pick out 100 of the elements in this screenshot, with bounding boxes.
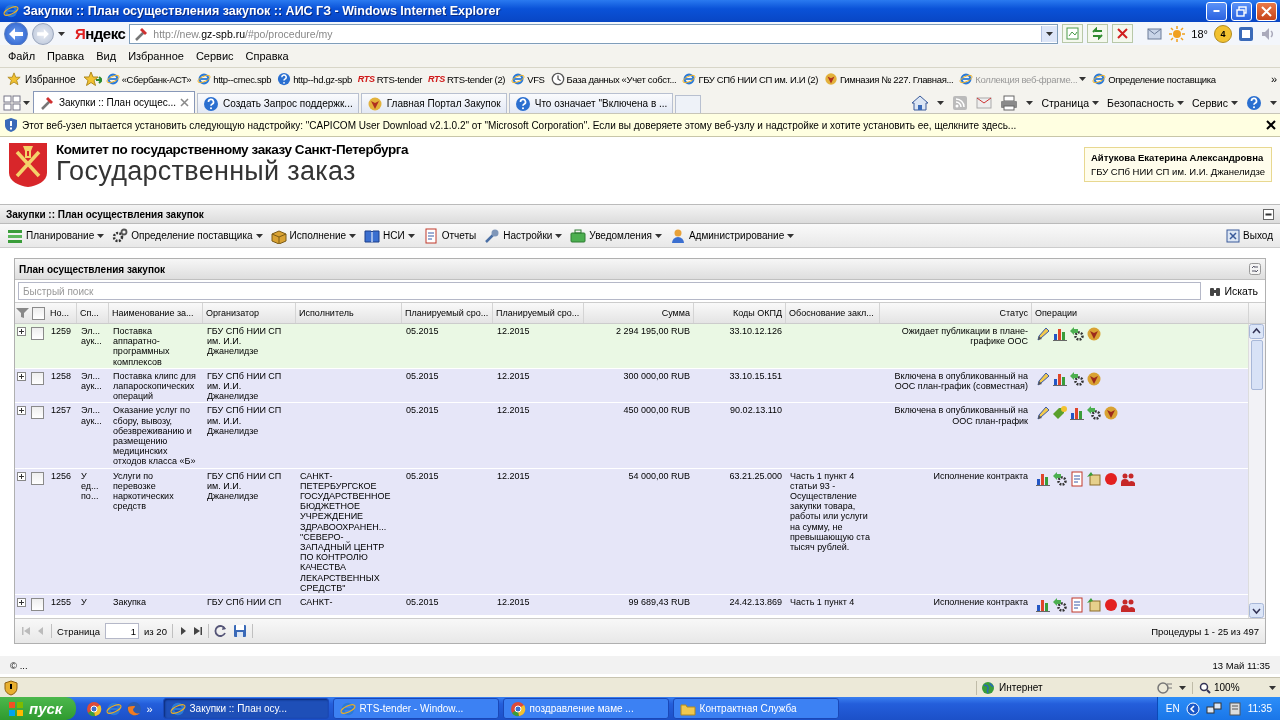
bar-chart-icon[interactable]: [1052, 326, 1068, 342]
table-row[interactable]: [15, 403, 1248, 469]
expand-icon[interactable]: [17, 327, 26, 336]
refresh-button[interactable]: [1087, 24, 1109, 43]
favorite-link[interactable]: ГБУ СПб НИИ СП им. И.И (2): [680, 71, 821, 87]
quick-tabs-icon[interactable]: [3, 95, 21, 111]
favorite-link[interactable]: RTS RTS-tender: [355, 72, 425, 86]
shield-icon[interactable]: [4, 679, 18, 696]
toolbar-menu[interactable]: Администрирование: [666, 225, 798, 246]
more-chevron[interactable]: »: [1270, 73, 1277, 85]
menu-item[interactable]: Правка: [41, 48, 91, 64]
toolbar-menu[interactable]: Настройки: [481, 225, 566, 246]
command-menu[interactable]: Сервис: [1192, 97, 1238, 109]
toolbar-menu[interactable]: Отчеты: [419, 225, 480, 246]
command-menu[interactable]: Страница: [1041, 97, 1100, 109]
server-icon[interactable]: [1227, 701, 1242, 716]
mail-icon[interactable]: [976, 96, 993, 110]
table-row[interactable]: 1259 Эл... аук... Поставка аппаратно- программных комплексов ГБУ СПб НИИ СП им. И.И. Джанелидзе 05.2015 12.2015 2 294 195,00 RUB 33.10.12.126 Ожидает публикации в плане- графике ООС: [15, 324, 1248, 369]
favorite-link[interactable]: Определение поставщика: [1090, 71, 1218, 87]
zoom-control[interactable]: 100%: [1192, 681, 1263, 694]
bar-chart-icon[interactable]: [1035, 597, 1051, 614]
taskbar-button[interactable]: поздравление маме ...: [502, 698, 669, 719]
bar-chart-icon[interactable]: [1069, 405, 1085, 422]
column-header[interactable]: Планируемый сро...: [402, 303, 493, 323]
table-row[interactable]: 1258 Эл... аук... Поставка клипс для лапароскопических операций ГБУ СПб НИИ СП им. И.И. Джанелидзе 05.2015 12.2015 300 000,00 RUB 33.10.15.151 Включена в опубликованный на ООС план-график (совместная): [15, 368, 1248, 404]
network-icon[interactable]: [1205, 701, 1222, 716]
menu-item[interactable]: Вид: [90, 48, 123, 64]
expand-icon[interactable]: [17, 471, 26, 481]
refresh-button[interactable]: [213, 624, 228, 638]
stop-button[interactable]: [1112, 24, 1134, 43]
column-header[interactable]: Операции: [1032, 303, 1249, 323]
column-header[interactable]: Организатор: [203, 303, 296, 323]
row-checkbox[interactable]: [31, 371, 44, 385]
minimize-button[interactable]: [1206, 1, 1227, 21]
menu-item[interactable]: Избранное: [122, 48, 190, 64]
taskbar-button[interactable]: Контрактная Служба: [672, 698, 839, 719]
mail-count-badge[interactable]: 4: [1214, 24, 1232, 43]
favorite-link[interactable]: База данных «Учет собст...: [548, 71, 679, 87]
column-header[interactable]: Исполнитель: [296, 303, 402, 323]
column-header[interactable]: Обоснование закл...: [786, 303, 880, 323]
favorite-link[interactable]: http--cmec.spb: [195, 71, 274, 87]
favorite-link[interactable]: «Сбербанк-АСТ»: [103, 71, 194, 87]
close-icon[interactable]: [1266, 120, 1276, 130]
circle-icon[interactable]: [1103, 470, 1119, 487]
refresh-icon[interactable]: [1249, 263, 1261, 275]
scrollbar[interactable]: [1248, 324, 1265, 618]
row-checkbox[interactable]: [31, 598, 44, 612]
circle-icon[interactable]: [1103, 597, 1119, 614]
taskbar-button[interactable]: RTS-tender - Window...: [332, 698, 499, 719]
chrome-icon[interactable]: [86, 700, 103, 717]
favorite-link[interactable]: RTS RTS-tender (2): [426, 72, 508, 86]
add-favorite-icon[interactable]: [83, 71, 102, 87]
window-icon[interactable]: [1238, 25, 1254, 42]
filter-icon[interactable]: [15, 307, 29, 319]
search-field[interactable]: Быстрый поиск: [18, 282, 1202, 300]
language-indicator[interactable]: EN: [1165, 703, 1180, 714]
back-button[interactable]: [4, 21, 28, 46]
row-checkbox[interactable]: [31, 327, 44, 340]
toolbar-menu[interactable]: НСИ: [361, 225, 418, 246]
favorites-button[interactable]: Избранное: [3, 71, 80, 87]
gear-icon[interactable]: [1069, 370, 1085, 387]
scroll-up-icon[interactable]: [1249, 324, 1264, 339]
column-header[interactable]: Статус: [880, 303, 1032, 323]
column-header[interactable]: Сумма: [584, 303, 694, 323]
mail-icon[interactable]: [1147, 26, 1164, 41]
browser-tab[interactable]: Главная Портал Закупок: [360, 93, 507, 113]
print-icon[interactable]: [1000, 95, 1019, 111]
browser-icon[interactable]: [106, 700, 123, 717]
column-header[interactable]: Коды ОКПД: [694, 303, 786, 323]
logout-button[interactable]: Выход: [1223, 226, 1276, 245]
column-header[interactable]: Сп...: [77, 303, 109, 323]
command-menu[interactable]: Безопасность: [1107, 97, 1185, 109]
close-button[interactable]: [1256, 1, 1277, 21]
table-row[interactable]: [15, 468, 1248, 596]
toolbar-menu[interactable]: Исполнение: [267, 225, 360, 246]
search-button[interactable]: Искать: [1205, 285, 1262, 297]
page-field[interactable]: 1: [105, 623, 140, 639]
menu-item[interactable]: Файл: [2, 48, 42, 64]
favorite-link[interactable]: VFS: [509, 71, 547, 87]
browser-tab[interactable]: Создать Запрос поддержк...: [197, 93, 359, 113]
pencil-icon[interactable]: [1035, 370, 1051, 387]
gear-icon[interactable]: [1052, 597, 1068, 614]
favorite-link[interactable]: http--hd.gz-spb: [275, 71, 354, 87]
scroll-thumb[interactable]: [1251, 340, 1263, 390]
gear-icon[interactable]: [1052, 470, 1068, 487]
save-button[interactable]: [232, 624, 247, 638]
tag-icon[interactable]: [1052, 405, 1068, 422]
people-icon[interactable]: [1120, 597, 1136, 614]
home-icon[interactable]: [911, 95, 930, 111]
row-checkbox[interactable]: [31, 471, 44, 485]
row-checkbox[interactable]: [31, 406, 44, 420]
address-field[interactable]: http://new.gz-spb.ru/#po/procedure/my: [129, 23, 1059, 44]
restore-button[interactable]: [1231, 1, 1252, 21]
toolbar-menu[interactable]: Планирование: [4, 225, 108, 246]
toolbar-menu[interactable]: Определение поставщика: [109, 225, 266, 246]
help-icon[interactable]: [1246, 95, 1262, 111]
select-all-checkbox[interactable]: [31, 306, 45, 320]
taskbar-button[interactable]: Закупки :: План осу...: [162, 698, 329, 719]
toolbar-menu[interactable]: Уведомления: [567, 225, 665, 246]
last-page-button[interactable]: [192, 626, 203, 636]
